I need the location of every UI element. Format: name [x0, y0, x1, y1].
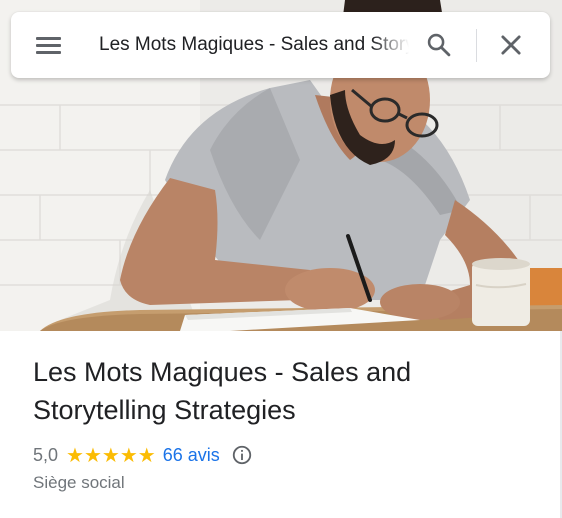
reviews-link[interactable]: 66 avis [163, 445, 220, 466]
search-bar [11, 12, 550, 78]
place-title: Les Mots Magiques - Sales and Storytelli… [33, 357, 412, 425]
rating-value: 5,0 [33, 444, 59, 465]
rating-row: 5,0 ★★★★★ 66 avis [33, 443, 253, 467]
rating-stars-icon: ★★★★★ [66, 444, 156, 467]
search-icon[interactable] [425, 31, 453, 59]
search-bar-divider [476, 29, 477, 62]
place-category: Siège social [33, 473, 125, 492]
menu-icon[interactable] [33, 32, 63, 58]
close-icon[interactable] [497, 31, 525, 59]
info-icon[interactable] [231, 444, 253, 466]
search-input[interactable] [99, 30, 409, 60]
